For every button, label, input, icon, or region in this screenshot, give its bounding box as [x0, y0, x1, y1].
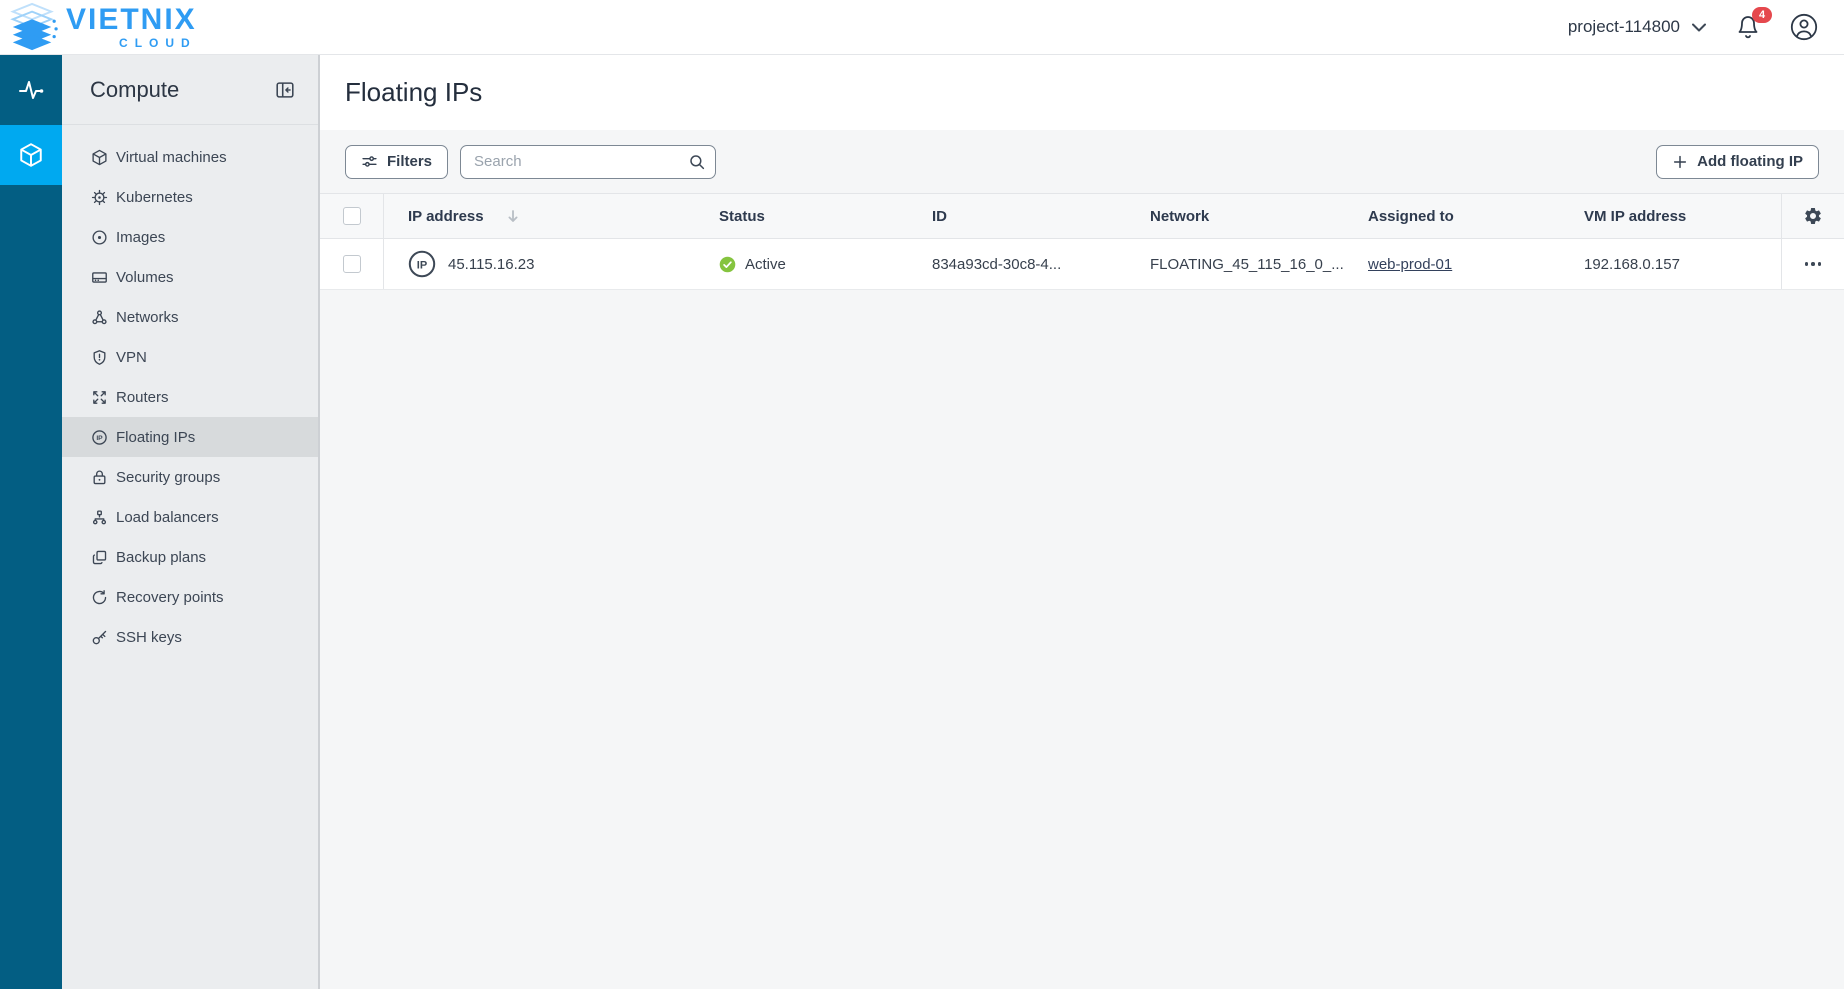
search-icon [688, 153, 706, 171]
lock-icon [90, 468, 108, 486]
filters-button[interactable]: Filters [345, 145, 448, 179]
project-name: project-114800 [1568, 17, 1680, 37]
column-header-network[interactable]: Network [1126, 194, 1344, 238]
plus-icon [1672, 154, 1688, 170]
logo-subtitle: CLOUD [66, 37, 197, 49]
sidebar-item-vpn[interactable]: VPN [62, 337, 318, 377]
logo-title: VIETNIX [66, 5, 197, 35]
sidebar-item-ssh-keys[interactable]: SSH keys [62, 617, 318, 657]
page-title: Floating IPs [345, 77, 482, 108]
networks-icon [90, 308, 108, 326]
collapse-panel-icon[interactable] [274, 79, 296, 101]
sidebar-menu: Virtual machines Kubernet [62, 125, 318, 657]
row-checkbox[interactable] [343, 255, 361, 273]
vpn-shield-icon [90, 348, 108, 366]
row-network: FLOATING_45_115_16_0_... [1126, 239, 1344, 289]
add-floating-ip-button[interactable]: Add floating IP [1656, 145, 1819, 179]
sidebar-item-networks[interactable]: Networks [62, 297, 318, 337]
status-active-icon [719, 256, 736, 273]
load-balancers-icon [90, 508, 108, 526]
product-rail [0, 55, 62, 989]
kubernetes-icon [90, 188, 108, 206]
notification-count-badge: 4 [1752, 7, 1772, 23]
row-assigned-to-link[interactable]: web-prod-01 [1368, 256, 1452, 273]
svg-text:IP: IP [417, 259, 427, 271]
user-avatar[interactable] [1790, 13, 1818, 41]
floating-ips-icon: IP [90, 428, 108, 446]
floating-ips-table: IP address Status ID Network [320, 193, 1844, 290]
cube-icon [90, 148, 108, 166]
column-settings-button[interactable] [1781, 194, 1844, 238]
sidebar-item-volumes[interactable]: Volumes [62, 257, 318, 297]
project-selector[interactable]: project-114800 [1568, 17, 1706, 37]
row-actions-menu-icon[interactable] [1799, 256, 1828, 272]
column-header-assigned-to[interactable]: Assigned to [1344, 194, 1560, 238]
column-header-vm-ip-address[interactable]: VM IP address [1560, 194, 1781, 238]
ip-circle-icon: IP [408, 250, 436, 278]
rail-item-compute[interactable] [0, 125, 62, 185]
sidebar-item-virtual-machines[interactable]: Virtual machines [62, 137, 318, 177]
sidebar-item-routers[interactable]: Routers [62, 377, 318, 417]
toolbar: Filters Add f [320, 130, 1844, 193]
sidebar-item-kubernetes[interactable]: Kubernetes [62, 177, 318, 217]
vietnix-logo-icon [8, 2, 58, 52]
sidebar-item-recovery-points[interactable]: Recovery points [62, 577, 318, 617]
sidebar-item-backup-plans[interactable]: Backup plans [62, 537, 318, 577]
select-all-checkbox[interactable] [343, 207, 361, 225]
sidebar-compute: Compute Virtual machines [62, 55, 320, 989]
table-header-row: IP address Status ID Network [320, 193, 1844, 239]
svg-text:IP: IP [96, 435, 103, 442]
gear-icon [1803, 206, 1823, 226]
recovery-points-icon [90, 588, 108, 606]
main-content: Floating IPs Filters [320, 55, 1844, 989]
copy-icon [90, 548, 108, 566]
column-header-ip-address[interactable]: IP address [384, 194, 695, 238]
sidebar-title: Compute [90, 77, 179, 103]
cube-icon [18, 142, 44, 168]
row-ip-address: 45.115.16.23 [448, 256, 534, 273]
column-header-id[interactable]: ID [908, 194, 1126, 238]
sort-descending-icon[interactable] [506, 209, 520, 224]
volumes-icon [90, 268, 108, 286]
sidebar-item-load-balancers[interactable]: Load balancers [62, 497, 318, 537]
routers-icon [90, 388, 108, 406]
sidebar-item-images[interactable]: Images [62, 217, 318, 257]
chevron-down-icon [1692, 23, 1706, 32]
sidebar-item-floating-ips[interactable]: IP Floating IPs [62, 417, 318, 457]
search-input[interactable] [460, 145, 716, 179]
filters-icon [361, 153, 378, 170]
row-id: 834a93cd-30c8-4... [908, 239, 1126, 289]
row-vm-ip-address: 192.168.0.157 [1560, 239, 1781, 289]
activity-pulse-icon [18, 77, 44, 103]
images-icon [90, 228, 108, 246]
status-badge: Active [745, 256, 786, 273]
rail-item-monitoring[interactable] [0, 55, 62, 125]
key-icon [90, 628, 108, 646]
notifications-button[interactable]: 4 [1736, 14, 1760, 40]
vietnix-logo: VIETNIX CLOUD [8, 2, 197, 52]
top-header: VIETNIX CLOUD project-114800 4 [0, 0, 1844, 55]
table-row: IP 45.115.16.23 Active 834a93cd-30c8-4..… [320, 239, 1844, 290]
column-header-status[interactable]: Status [695, 194, 908, 238]
sidebar-item-security-groups[interactable]: Security groups [62, 457, 318, 497]
